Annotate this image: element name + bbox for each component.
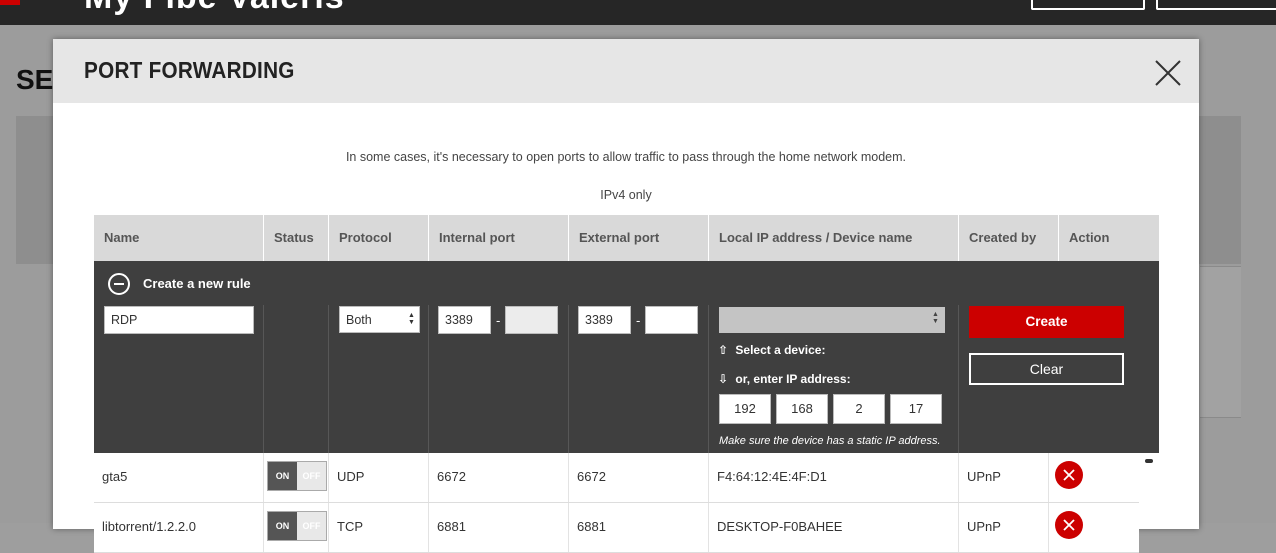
rule-status-cell: ON OFF [264,503,329,552]
down-arrow-icon: ⇩ [718,372,729,386]
collapse-minus-icon[interactable] [108,273,130,295]
up-arrow-icon: ⇧ [718,343,729,357]
rule-device: DESKTOP-F0BAHEE [709,503,959,552]
header-button-2[interactable] [1156,0,1276,10]
rule-internal-port: 6881 [429,503,569,552]
toggle-on-label: ON [268,462,297,490]
rule-created-by: UPnP [959,503,1049,552]
header-button-1[interactable] [1031,0,1145,10]
toggle-on-label: ON [268,512,297,540]
external-port-end-input[interactable] [645,306,698,334]
internal-port-start-input[interactable]: 3389 [438,306,491,334]
select-device-hint: ⇧ Select a device: [718,343,826,357]
rule-protocol: TCP [329,503,429,552]
toggle-off-label: OFF [297,512,326,540]
table-row: libtorrent/1.2.2.0 ON OFF TCP 6881 6881 … [94,503,1139,553]
delete-rule-button[interactable] [1055,461,1083,489]
close-icon[interactable] [1154,59,1182,87]
create-rule-panel: Create a new rule RDP Both ▲ ▼ 3389 - 338… [94,261,1159,453]
column-header-external-port: External port [569,215,709,261]
ip-octet-4-input[interactable]: 17 [890,394,942,424]
rule-status-cell: ON OFF [264,453,329,502]
create-button[interactable]: Create [969,306,1124,338]
status-toggle[interactable]: ON OFF [267,511,327,541]
ip-octet-3-input[interactable]: 2 [833,394,885,424]
create-rule-label[interactable]: Create a new rule [143,276,251,291]
brand-logo-mark [0,0,20,5]
enter-ip-hint: ⇩ or, enter IP address: [718,372,851,386]
static-ip-note: Make sure the device has a static IP add… [719,435,941,447]
column-header-device: Local IP address / Device name [709,215,959,261]
rule-name-input[interactable]: RDP [104,306,254,334]
column-header-internal-port: Internal port [429,215,569,261]
clear-button[interactable]: Clear [969,353,1124,385]
port-forwarding-modal: PORT FORWARDING In some cases, it's nece… [53,39,1199,553]
delete-rule-button[interactable] [1055,511,1083,539]
rule-protocol: UDP [329,453,429,502]
column-divider [708,305,709,453]
internal-port-end-input[interactable] [505,306,558,334]
column-divider [958,305,959,453]
modal-header: PORT FORWARDING [53,39,1199,103]
close-icon [1063,519,1075,531]
column-divider [568,305,569,453]
column-header-action: Action [1069,230,1110,245]
port-range-dash: - [496,313,501,328]
brand-name: My Fibe Valeris [84,0,345,17]
intro-text: In some cases, it's necessary to open po… [345,150,907,164]
port-range-dash: - [636,313,641,328]
rule-name: libtorrent/1.2.2.0 [94,503,264,552]
ip-octet-2-input[interactable]: 168 [776,394,828,424]
status-toggle[interactable]: ON OFF [267,461,327,491]
ip-octet-1-input[interactable]: 192 [719,394,771,424]
device-select[interactable]: ▲ ▼ [719,307,945,333]
close-icon [1063,469,1075,481]
column-divider [328,305,329,453]
select-arrows-icon: ▲ ▼ [932,311,939,325]
scrollbar-thumb[interactable] [1145,459,1153,463]
toggle-off-label: OFF [297,462,326,490]
external-port-start-input[interactable]: 3389 [578,306,631,334]
table-header: Name Status Protocol Internal port Exter… [94,215,1159,261]
table-row: gta5 ON OFF UDP 6672 6672 F4:64:12:4E:4F… [94,453,1139,503]
ipv4-note: IPv4 only [600,188,652,202]
modal-title: PORT FORWARDING [84,57,295,83]
top-navigation-bar: My Fibe Valeris [0,0,1276,25]
rule-name: gta5 [94,453,264,502]
column-divider [428,305,429,453]
protocol-select[interactable]: Both ▲ ▼ [339,306,420,333]
rule-external-port: 6672 [569,453,709,502]
column-header-created-by: Created by [959,215,1059,261]
rule-device: F4:64:12:4E:4F:D1 [709,453,959,502]
column-header-name: Name [94,215,264,261]
rule-created-by: UPnP [959,453,1049,502]
rule-external-port: 6881 [569,503,709,552]
column-header-status: Status [264,215,329,261]
background-panel-secondary [1200,266,1241,418]
column-divider [263,305,264,453]
select-arrows-icon: ▲ ▼ [408,312,415,326]
rule-internal-port: 6672 [429,453,569,502]
protocol-select-value: Both [346,313,372,327]
column-header-protocol: Protocol [329,215,429,261]
